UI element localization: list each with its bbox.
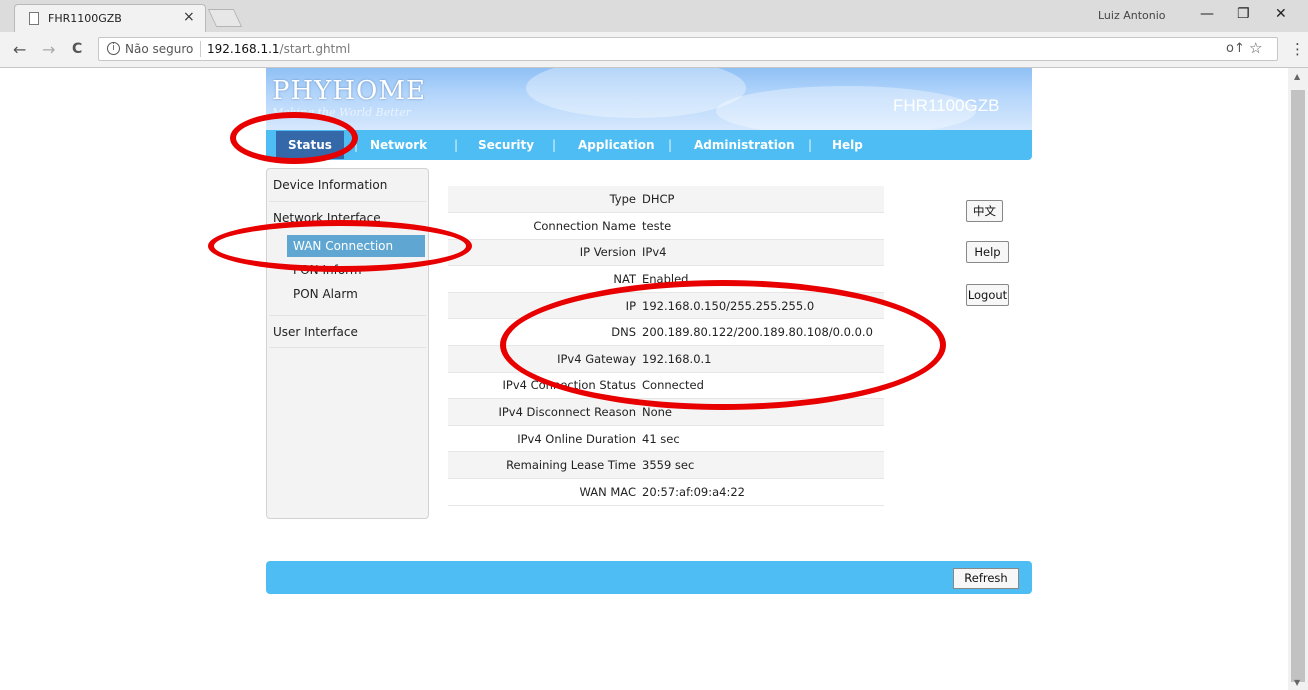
forward-arrow-icon[interactable]: → — [42, 40, 55, 59]
vertical-scrollbar[interactable]: ▲ ▼ — [1288, 68, 1308, 690]
menu-separator: | — [808, 138, 813, 152]
refresh-button[interactable]: Refresh — [953, 568, 1019, 589]
scroll-up-icon[interactable]: ▲ — [1294, 72, 1300, 81]
field-label: Connection Name — [448, 212, 642, 240]
sidebar-divider — [269, 315, 426, 316]
sidebar-item-pon-alarm[interactable]: PON Alarm — [293, 287, 358, 301]
table-row: Type DHCP — [448, 186, 884, 214]
scroll-down-icon[interactable]: ▼ — [1294, 678, 1300, 687]
annotation-ellipse-ip-dns — [500, 280, 946, 410]
footer-bar — [266, 561, 1032, 594]
close-window-button[interactable]: ✕ — [1275, 6, 1287, 22]
table-row: WAN MAC 20:57:af:09:a4:22 — [448, 478, 884, 506]
menu-application[interactable]: Application — [578, 138, 655, 152]
field-label: WAN MAC — [448, 478, 642, 506]
field-value: 41 sec — [642, 431, 680, 446]
logout-button[interactable]: Logout — [966, 284, 1009, 306]
table-row: IPv4 Online Duration 41 sec — [448, 425, 884, 453]
field-value-cell: 41 sec — [642, 425, 884, 453]
browser-tab[interactable]: FHR1100GZB × — [14, 4, 206, 32]
field-value: 20:57:af:09:a4:22 — [642, 484, 745, 499]
field-value: IPv4 — [642, 245, 667, 260]
info-icon[interactable]: i — [107, 42, 120, 55]
field-value-cell: DHCP — [642, 186, 884, 214]
main-menu: Status | Network | Security | Applicatio… — [266, 130, 1032, 160]
url-path: /start.ghtml — [279, 42, 351, 56]
browser-menu-icon[interactable]: ⋮ — [1290, 40, 1305, 58]
field-label: IP Version — [448, 239, 642, 267]
field-label: IPv4 Disconnect Reason — [448, 398, 642, 426]
menu-administration[interactable]: Administration — [694, 138, 795, 152]
security-status[interactable]: Não seguro — [125, 42, 193, 56]
field-label: Remaining Lease Time — [448, 451, 642, 480]
field-value-cell: 3559 sec — [642, 451, 884, 480]
table-row: IP Version IPv4 — [448, 239, 884, 267]
annotation-ellipse-wan — [208, 220, 472, 272]
sidebar-user-interface[interactable]: User Interface — [273, 325, 358, 339]
field-value-cell: teste — [642, 212, 884, 240]
field-value: 3559 sec — [642, 458, 695, 473]
restore-button[interactable]: ❐ — [1237, 6, 1250, 22]
language-button[interactable]: 中文 — [966, 200, 1003, 222]
url-text[interactable]: 192.168.1.1/start.ghtml — [207, 42, 350, 56]
menu-separator: | — [552, 138, 557, 152]
menu-help[interactable]: Help — [832, 138, 863, 152]
tab-close-icon[interactable]: × — [183, 9, 195, 25]
field-value: DHCP — [642, 192, 675, 207]
minimize-button[interactable]: — — [1200, 6, 1214, 22]
menu-security[interactable]: Security — [478, 138, 534, 152]
brand-logo: PHYHOME — [272, 76, 426, 106]
key-icon[interactable]: o↑ — [1226, 41, 1245, 56]
page-favicon-icon — [29, 12, 39, 25]
scrollbar-thumb[interactable] — [1291, 90, 1305, 682]
device-model: FHR1100GZB — [893, 96, 1000, 115]
tab-title: FHR1100GZB — [48, 12, 122, 25]
table-row: Connection Name teste — [448, 212, 884, 240]
menu-network[interactable]: Network — [370, 138, 427, 152]
table-row: Remaining Lease Time 3559 sec — [448, 451, 884, 480]
cloud-decoration — [526, 68, 746, 118]
menu-separator: | — [454, 138, 459, 152]
browser-toolbar: ← → C i Não seguro 192.168.1.1/start.ght… — [0, 32, 1308, 68]
field-value-cell: IPv4 — [642, 239, 884, 267]
back-arrow-icon[interactable]: ← — [13, 40, 26, 59]
sidebar-device-information[interactable]: Device Information — [273, 178, 387, 192]
field-label: IPv4 Online Duration — [448, 425, 642, 453]
field-label: Type — [448, 186, 642, 214]
url-host: 192.168.1.1 — [207, 42, 280, 56]
field-value: teste — [642, 218, 672, 233]
browser-tab-bar: FHR1100GZB × Luiz Antonio — ❐ ✕ — [0, 0, 1308, 32]
sidebar-divider — [269, 201, 426, 202]
field-value-cell: 20:57:af:09:a4:22 — [642, 478, 884, 506]
url-divider — [200, 41, 201, 57]
sidebar-divider — [269, 347, 426, 348]
profile-name[interactable]: Luiz Antonio — [1098, 9, 1166, 22]
bookmark-star-icon[interactable]: ☆ — [1249, 39, 1262, 57]
reload-icon[interactable]: C — [72, 41, 82, 57]
annotation-ellipse-status — [230, 112, 358, 164]
help-button[interactable]: Help — [966, 241, 1009, 263]
new-tab-button[interactable] — [207, 9, 243, 27]
address-bar[interactable]: i Não seguro 192.168.1.1/start.ghtml o↑ … — [98, 37, 1278, 61]
menu-separator: | — [668, 138, 673, 152]
